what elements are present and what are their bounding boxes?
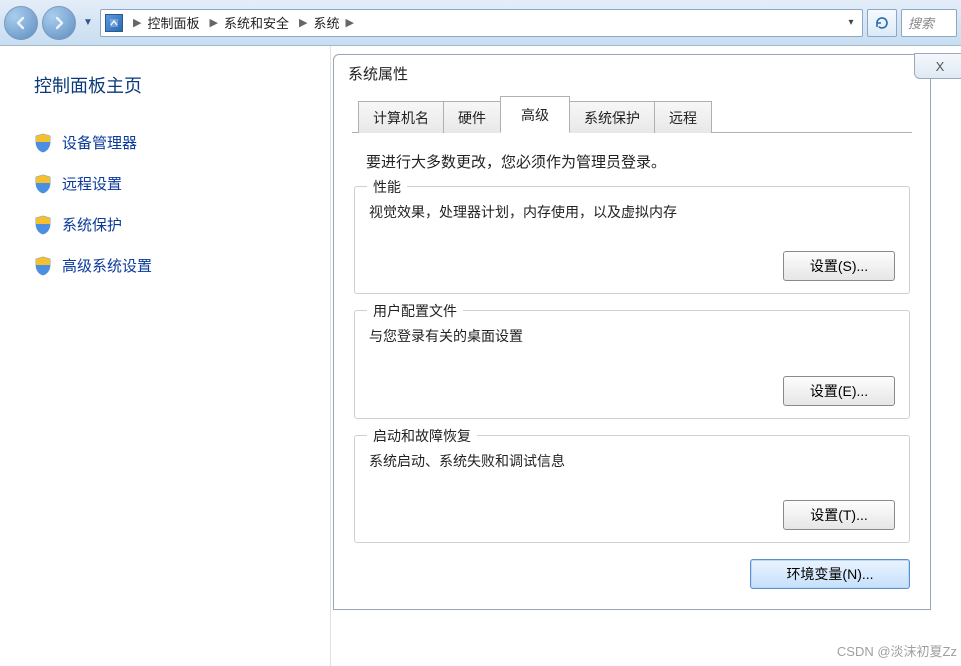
tab-computer-name[interactable]: 计算机名 [358,101,444,133]
group-legend: 启动和故障恢复 [367,426,477,446]
sidebar-title: 控制面板主页 [34,72,310,98]
sidebar-item-system-protection[interactable]: 系统保护 [34,214,310,235]
shield-icon [34,256,52,276]
refresh-button[interactable] [867,9,897,37]
group-performance: 性能 视觉效果，处理器计划，内存使用，以及虚拟内存 设置(S)... [354,186,910,294]
refresh-icon [874,15,890,31]
dialog-titlebar[interactable]: 系统属性 X [334,55,930,91]
breadcrumb-label: 控制面板 [147,13,199,32]
sidebar-item-label: 设备管理器 [62,132,137,153]
search-placeholder: 搜索 [908,13,934,32]
chevron-right-icon: ▶ [203,16,223,29]
chevron-right-icon: ▶ [293,16,313,29]
shield-icon [34,133,52,153]
arrow-left-icon [13,15,29,31]
environment-variables-button[interactable]: 环境变量(N)... [750,559,910,589]
user-profiles-settings-button[interactable]: 设置(E)... [783,376,895,406]
sidebar-item-remote-settings[interactable]: 远程设置 [34,173,310,194]
group-description: 与您登录有关的桌面设置 [369,325,895,347]
sidebar-item-advanced-system-settings[interactable]: 高级系统设置 [34,255,310,276]
shield-icon [34,215,52,235]
explorer-nav-bar: ▼ ▶控制面板 ▶系统和安全 ▶系统▶ ▾ 搜索 [0,0,961,46]
search-input[interactable]: 搜索 [901,9,957,37]
startup-recovery-settings-button[interactable]: 设置(T)... [783,500,895,530]
sidebar-item-label: 高级系统设置 [62,255,152,276]
system-properties-dialog: 系统属性 X 计算机名 硬件 高级 系统保护 远程 要进行大多数更改，您必须作为… [333,54,931,610]
group-description: 系统启动、系统失败和调试信息 [369,450,895,472]
group-startup-recovery: 启动和故障恢复 系统启动、系统失败和调试信息 设置(T)... [354,435,910,543]
tab-strip: 计算机名 硬件 高级 系统保护 远程 [352,95,912,133]
back-button[interactable] [4,6,38,40]
main-content: 控制面板主页 设备管理器 远程设置 系统保护 高级系统设置 [0,46,961,666]
performance-settings-button[interactable]: 设置(S)... [783,251,895,281]
group-user-profiles: 用户配置文件 与您登录有关的桌面设置 设置(E)... [354,310,910,418]
watermark-text: CSDN @淡沫初夏Zz [837,641,957,660]
control-panel-icon [105,14,123,32]
sidebar: 控制面板主页 设备管理器 远程设置 系统保护 高级系统设置 [0,46,330,666]
close-button[interactable]: X [914,53,961,79]
tab-hardware[interactable]: 硬件 [443,101,501,133]
breadcrumb-segment[interactable]: ▶系统▶ [293,13,360,32]
shield-icon [34,174,52,194]
sidebar-item-label: 系统保护 [62,214,122,235]
dialog-title: 系统属性 [348,63,408,84]
tab-advanced[interactable]: 高级 [500,96,570,133]
close-icon: X [936,59,945,74]
tab-system-protection[interactable]: 系统保护 [569,101,655,133]
breadcrumb-label: 系统和安全 [224,13,289,32]
breadcrumb-segment[interactable]: ▶系统和安全 [203,13,288,32]
tab-remote[interactable]: 远程 [654,101,712,133]
breadcrumb-label: 系统 [313,13,339,32]
sidebar-item-device-manager[interactable]: 设备管理器 [34,132,310,153]
nav-history-dropdown[interactable]: ▼ [80,6,96,40]
admin-warning-text: 要进行大多数更改，您必须作为管理员登录。 [366,151,906,172]
group-legend: 用户配置文件 [367,301,463,321]
sidebar-item-label: 远程设置 [62,173,122,194]
arrow-right-icon [51,15,67,31]
chevron-right-icon: ▶ [127,16,147,29]
group-description: 视觉效果，处理器计划，内存使用，以及虚拟内存 [369,201,895,223]
group-legend: 性能 [367,177,407,197]
address-bar[interactable]: ▶控制面板 ▶系统和安全 ▶系统▶ ▾ [100,9,863,37]
address-dropdown[interactable]: ▾ [842,17,860,28]
chevron-right-icon: ▶ [339,16,359,29]
breadcrumb-segment[interactable]: ▶控制面板 [127,13,199,32]
forward-button[interactable] [42,6,76,40]
